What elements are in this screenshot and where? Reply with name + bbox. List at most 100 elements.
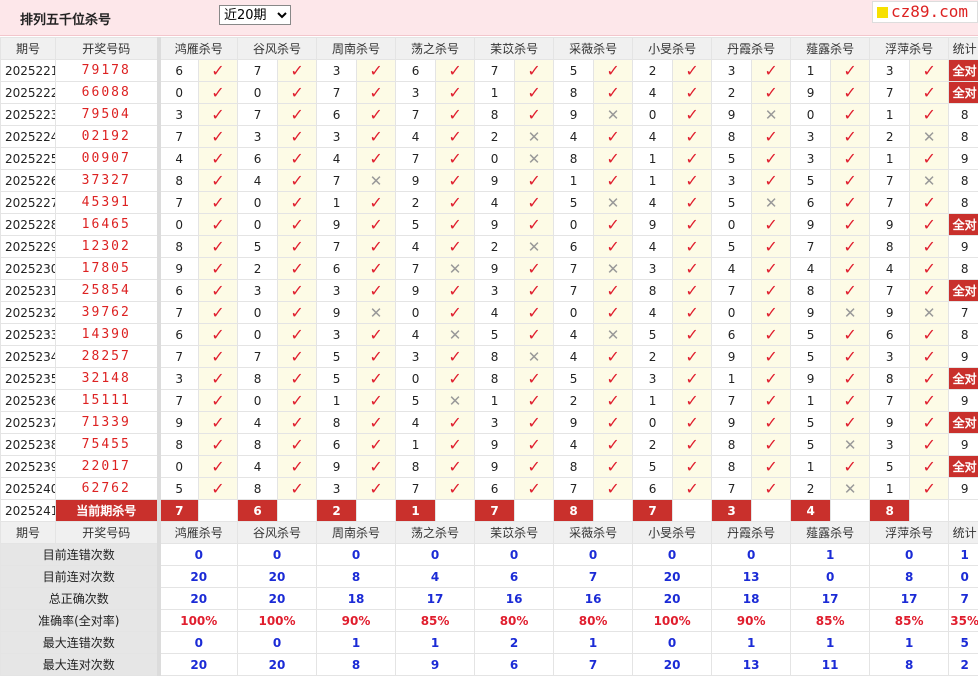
kill-value: 6 (475, 478, 515, 500)
check-icon: ✓ (752, 126, 791, 148)
kill-value: 3 (396, 346, 436, 368)
header-expert: 小旻杀号 (633, 38, 712, 60)
kill-value: 5 (396, 214, 436, 236)
check-icon: ✓ (831, 236, 870, 258)
check-icon: ✓ (357, 368, 396, 390)
summary-value: 1 (791, 544, 870, 566)
range-select[interactable]: 近20期 (219, 5, 291, 25)
check-icon: ✓ (831, 368, 870, 390)
table-row: 2025240627625✓8✓3✓7✓6✓7✓6✓7✓2✕1✓9 (1, 478, 978, 500)
kill-value: 9 (870, 302, 910, 324)
summary-label: 目前连对次数 (1, 566, 159, 588)
summary-value: 11 (791, 654, 870, 676)
check-icon: ✓ (278, 148, 317, 170)
current-kill: 7 (633, 500, 673, 522)
check-icon: ✓ (831, 170, 870, 192)
check-icon: ✓ (436, 214, 475, 236)
kill-value: 9 (475, 170, 515, 192)
check-icon: ✓ (673, 324, 712, 346)
kill-value: 9 (712, 412, 752, 434)
stat-cell: 9 (949, 478, 978, 500)
kill-value: 2 (791, 478, 831, 500)
check-icon: ✓ (673, 390, 712, 412)
summary-value: 7 (554, 566, 633, 588)
check-icon: ✓ (357, 236, 396, 258)
check-icon: ✓ (673, 104, 712, 126)
cross-icon: ✕ (357, 170, 396, 192)
check-icon: ✓ (357, 104, 396, 126)
check-icon: ✓ (594, 236, 633, 258)
check-icon: ✓ (752, 82, 791, 104)
check-icon: ✓ (436, 368, 475, 390)
kill-value: 9 (791, 368, 831, 390)
summary-row: 最大连对次数2020896720131182 (1, 654, 978, 676)
check-icon: ✓ (357, 148, 396, 170)
kill-value: 1 (791, 60, 831, 82)
top-bar: 排列五千位杀号 近20期 cz89.com (0, 0, 978, 36)
kill-value: 0 (238, 192, 278, 214)
kill-value: 5 (238, 236, 278, 258)
kill-value: 2 (475, 126, 515, 148)
check-icon: ✓ (910, 192, 949, 214)
draw-number-cell: 79178 (56, 60, 159, 82)
kill-value: 4 (238, 412, 278, 434)
kill-value: 3 (317, 478, 357, 500)
check-icon: ✓ (673, 346, 712, 368)
summary-value: 18 (712, 588, 791, 610)
kill-number-table: 期号开奖号码鸿雁杀号谷风杀号周南杀号荡之杀号苿苡杀号采薇杀号小旻杀号丹霞杀号薤露… (0, 37, 978, 676)
check-icon: ✓ (594, 478, 633, 500)
header-row: 期号开奖号码鸿雁杀号谷风杀号周南杀号荡之杀号苿苡杀号采薇杀号小旻杀号丹霞杀号薤露… (1, 38, 978, 60)
kill-value: 5 (317, 346, 357, 368)
check-icon: ✓ (752, 302, 791, 324)
check-icon: ✓ (910, 148, 949, 170)
summary-stat: 35% (949, 610, 978, 632)
draw-number-cell: 37327 (56, 170, 159, 192)
kill-value: 4 (554, 324, 594, 346)
summary-value: 1 (554, 632, 633, 654)
summary-value: 0 (475, 544, 554, 566)
kill-value: 6 (870, 324, 910, 346)
kill-value: 8 (238, 434, 278, 456)
kill-value: 6 (159, 60, 199, 82)
kill-value: 8 (317, 412, 357, 434)
check-icon: ✓ (831, 324, 870, 346)
current-stat (949, 500, 978, 522)
issue-cell: 2025223 (1, 104, 56, 126)
kill-value: 3 (317, 126, 357, 148)
kill-value: 9 (159, 412, 199, 434)
check-icon: ✓ (594, 170, 633, 192)
kill-value: 7 (554, 258, 594, 280)
check-icon: ✓ (436, 236, 475, 258)
kill-value: 9 (475, 214, 515, 236)
check-icon: ✓ (278, 170, 317, 192)
issue-cell: 2025237 (1, 412, 56, 434)
cross-icon: ✕ (594, 192, 633, 214)
kill-value: 0 (396, 368, 436, 390)
check-icon: ✓ (278, 214, 317, 236)
summary-value: 20 (633, 654, 712, 676)
draw-number-cell: 12302 (56, 236, 159, 258)
check-icon: ✓ (594, 60, 633, 82)
check-icon: ✓ (278, 82, 317, 104)
kill-value: 4 (633, 192, 673, 214)
kill-value: 9 (396, 280, 436, 302)
header-stat: 统计 (949, 522, 978, 544)
summary-stat: 5 (949, 632, 978, 654)
check-icon: ✓ (515, 192, 554, 214)
cross-icon: ✕ (910, 126, 949, 148)
summary-value: 90% (712, 610, 791, 632)
stat-cell: 9 (949, 236, 978, 258)
site-logo[interactable]: cz89.com (872, 1, 978, 23)
summary-stat: 1 (949, 544, 978, 566)
kill-value: 9 (791, 82, 831, 104)
header-expert: 丹霞杀号 (712, 522, 791, 544)
kill-value: 5 (791, 434, 831, 456)
current-kill: 3 (712, 500, 752, 522)
table-row: 2025230178059✓2✓6✓7✕9✓7✕3✓4✓4✓4✓8 (1, 258, 978, 280)
kill-value: 7 (396, 258, 436, 280)
kill-value: 4 (791, 258, 831, 280)
check-icon: ✓ (673, 148, 712, 170)
check-icon: ✓ (357, 82, 396, 104)
header-row: 期号开奖号码鸿雁杀号谷风杀号周南杀号荡之杀号苿苡杀号采薇杀号小旻杀号丹霞杀号薤露… (1, 522, 978, 544)
table-row: 2025232397627✓0✓9✕0✓4✓0✓4✓0✓9✕9✕7 (1, 302, 978, 324)
